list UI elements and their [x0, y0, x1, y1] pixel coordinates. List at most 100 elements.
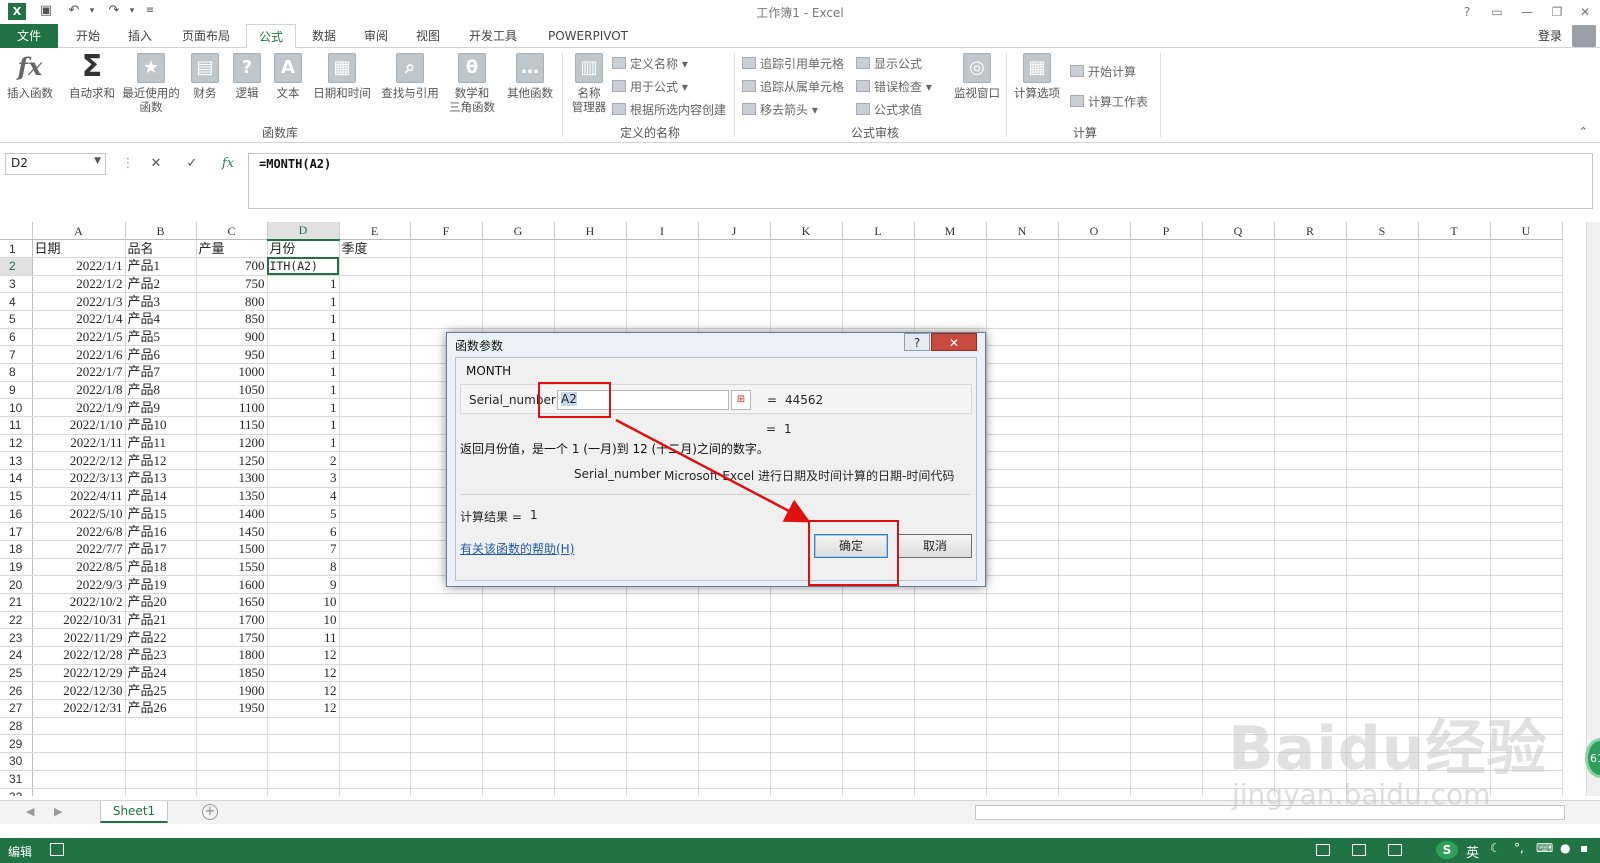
cell[interactable]: 产量 — [196, 239, 268, 258]
cell[interactable] — [554, 681, 627, 701]
cell[interactable] — [914, 628, 987, 647]
cell[interactable] — [339, 664, 411, 683]
cell[interactable] — [842, 593, 915, 612]
cell[interactable] — [1346, 681, 1419, 701]
cell[interactable]: 产品22 — [125, 628, 197, 647]
cell[interactable]: 12 — [267, 646, 340, 665]
cell[interactable] — [1346, 416, 1419, 435]
cell[interactable] — [1346, 575, 1419, 594]
cell[interactable] — [125, 770, 197, 789]
cell[interactable] — [32, 752, 126, 771]
cell[interactable] — [1058, 275, 1131, 294]
column-header[interactable]: S — [1346, 222, 1419, 241]
cell[interactable]: 1 — [267, 292, 340, 311]
cell[interactable] — [1346, 593, 1419, 612]
cell[interactable] — [339, 381, 411, 400]
add-sheet-button[interactable]: + — [202, 804, 218, 820]
cell[interactable] — [1058, 310, 1131, 329]
cell[interactable]: 10 — [267, 611, 340, 630]
cell[interactable] — [1346, 522, 1419, 541]
cell[interactable] — [554, 734, 627, 754]
avatar[interactable] — [1572, 25, 1596, 47]
cell[interactable] — [1058, 575, 1131, 594]
cell[interactable] — [1274, 522, 1347, 541]
cell[interactable] — [1346, 363, 1419, 382]
cell[interactable] — [1202, 275, 1275, 294]
cell[interactable] — [1490, 788, 1563, 796]
cell[interactable] — [1490, 487, 1563, 506]
cell[interactable] — [1130, 522, 1203, 541]
cell[interactable] — [339, 717, 411, 736]
cell[interactable] — [196, 734, 268, 754]
collapse-dialog-icon[interactable]: ⊞ — [731, 390, 751, 410]
cell[interactable]: 1 — [267, 363, 340, 382]
column-header[interactable]: P — [1130, 222, 1203, 241]
cell[interactable] — [914, 292, 987, 311]
cell[interactable]: 2022/1/11 — [32, 434, 126, 453]
cell[interactable] — [1418, 611, 1491, 630]
cell[interactable] — [698, 788, 771, 796]
cell[interactable]: 1350 — [196, 487, 268, 506]
cell[interactable] — [698, 239, 771, 258]
cell[interactable] — [1202, 451, 1275, 471]
close-icon[interactable]: ✕ — [1572, 2, 1598, 22]
cell[interactable]: 2022/1/4 — [32, 310, 126, 329]
row-header[interactable]: 14 — [0, 469, 33, 488]
page-break-view-icon[interactable] — [1388, 844, 1402, 856]
cell[interactable] — [1130, 434, 1203, 453]
cell[interactable]: 3 — [267, 469, 340, 488]
cell[interactable] — [698, 593, 771, 612]
cell[interactable] — [698, 257, 771, 276]
cell[interactable]: 日期 — [32, 239, 126, 258]
cell[interactable] — [842, 310, 915, 329]
cell[interactable] — [1274, 664, 1347, 683]
cell[interactable] — [1490, 434, 1563, 453]
cell[interactable] — [554, 788, 627, 796]
cell[interactable] — [914, 310, 987, 329]
cell[interactable] — [626, 239, 699, 258]
cell[interactable] — [986, 681, 1059, 701]
cell[interactable]: 1850 — [196, 664, 268, 683]
cell[interactable]: 1050 — [196, 381, 268, 400]
evaluate-formula-button[interactable]: 公式求值 — [856, 101, 922, 118]
cell[interactable] — [554, 593, 627, 612]
column-header[interactable]: A — [32, 222, 126, 241]
cell[interactable] — [914, 275, 987, 294]
cell[interactable] — [1058, 593, 1131, 612]
cell[interactable] — [986, 487, 1059, 506]
cell[interactable] — [1346, 275, 1419, 294]
cell[interactable] — [410, 593, 483, 612]
tab-review[interactable]: 审阅 — [352, 24, 400, 48]
cell[interactable] — [698, 681, 771, 701]
cell[interactable]: 产品1 — [125, 257, 197, 276]
keyboard-icon[interactable]: ⌨ — [1536, 841, 1553, 855]
cell[interactable] — [1274, 487, 1347, 506]
cell[interactable] — [482, 310, 555, 329]
cell[interactable]: 1 — [267, 345, 340, 364]
text-button[interactable]: A 文本 — [270, 53, 306, 100]
cell[interactable] — [1130, 717, 1203, 736]
cell[interactable] — [339, 699, 411, 718]
cell[interactable] — [1490, 292, 1563, 311]
column-header[interactable]: M — [914, 222, 987, 241]
cell[interactable] — [698, 770, 771, 789]
cell[interactable] — [842, 770, 915, 789]
cell[interactable] — [1418, 434, 1491, 453]
cell[interactable] — [1418, 398, 1491, 418]
cell[interactable] — [196, 788, 268, 796]
cell[interactable] — [914, 646, 987, 665]
row-header[interactable]: 11 — [0, 416, 33, 435]
cell[interactable] — [267, 788, 340, 796]
cell[interactable] — [1490, 558, 1563, 577]
cell[interactable]: 产品16 — [125, 522, 197, 541]
cell[interactable] — [1418, 540, 1491, 559]
cell[interactable]: 2022/12/31 — [32, 699, 126, 718]
cell[interactable] — [1202, 646, 1275, 665]
cell[interactable] — [339, 345, 411, 364]
cell[interactable]: 8 — [267, 558, 340, 577]
row-header[interactable]: 22 — [0, 611, 33, 630]
cell[interactable] — [986, 398, 1059, 418]
cell[interactable] — [986, 558, 1059, 577]
cell[interactable] — [1130, 681, 1203, 701]
cell[interactable] — [842, 628, 915, 647]
